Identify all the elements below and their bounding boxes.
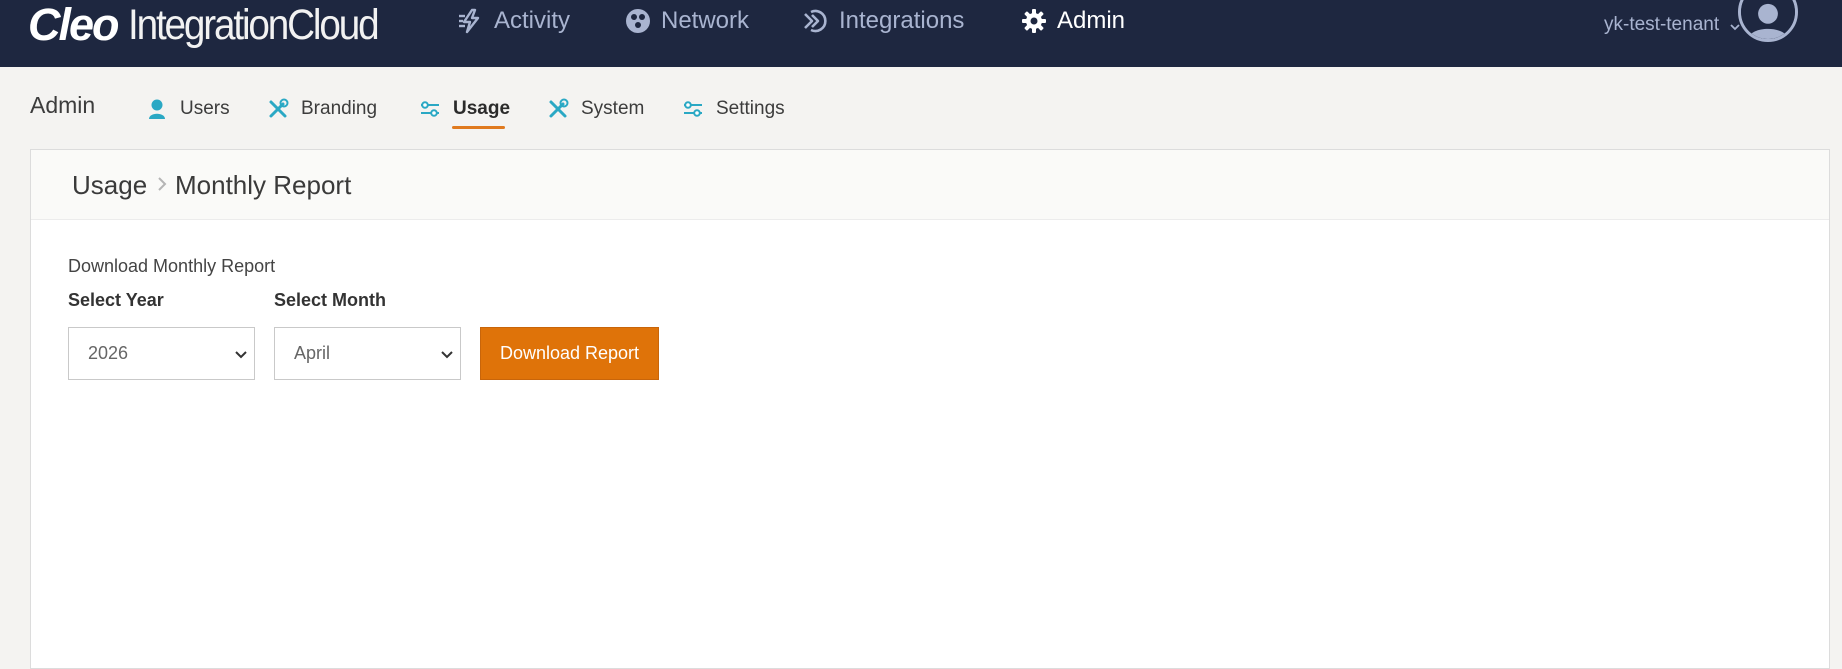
nav-admin-label: Admin: [1057, 7, 1126, 34]
nav-network[interactable]: Network: [625, 0, 749, 42]
tab-settings[interactable]: Settings: [682, 94, 785, 124]
tab-users[interactable]: Users: [146, 94, 230, 124]
content-panel: Usage Monthly Report Download Monthly Re…: [30, 149, 1830, 669]
breadcrumb: Usage Monthly Report: [31, 150, 1829, 220]
nav-integrations[interactable]: Integrations: [803, 0, 964, 42]
nav-activity-label: Activity: [494, 7, 571, 34]
tab-branding[interactable]: Branding: [267, 94, 377, 124]
tools-icon: [549, 98, 569, 118]
tab-system[interactable]: System: [547, 94, 644, 124]
sliders-icon: [684, 101, 702, 117]
sliders-icon: [421, 101, 439, 117]
tab-users-label: Users: [180, 98, 230, 119]
tab-usage-label: Usage: [453, 98, 511, 119]
tenant-name: yk-test-tenant: [1604, 14, 1720, 35]
tab-branding-label: Branding: [301, 98, 378, 119]
activity-icon: [459, 8, 480, 34]
active-tab-indicator: [452, 126, 505, 129]
year-select[interactable]: 2026: [68, 327, 255, 380]
download-report-button[interactable]: Download Report: [480, 327, 659, 380]
integrations-icon: [804, 9, 827, 33]
chevron-right-icon: [158, 177, 167, 191]
nav-integrations-label: Integrations: [839, 7, 965, 34]
tab-usage[interactable]: Usage: [419, 94, 510, 124]
month-select[interactable]: April: [274, 327, 461, 380]
nav-network-label: Network: [661, 7, 750, 34]
nav-activity[interactable]: Activity: [458, 0, 570, 42]
breadcrumb-usage[interactable]: Usage: [72, 170, 147, 201]
month-label: Select Month: [274, 290, 387, 310]
user-icon: [149, 99, 165, 119]
logo-brand: Cleo: [28, 0, 120, 50]
logo-product: IntegrationCloud: [127, 0, 380, 49]
top-navigation-bar: Cleo IntegrationCloud Activity Network I…: [0, 0, 1842, 67]
breadcrumb-current: Monthly Report: [175, 170, 352, 200]
year-label: Select Year: [68, 290, 164, 310]
chevron-down-icon: [441, 351, 453, 359]
chevron-down-icon: [235, 351, 247, 359]
gear-icon: [1022, 9, 1046, 33]
nav-admin[interactable]: Admin: [1021, 0, 1125, 42]
tab-system-label: System: [581, 98, 645, 119]
user-avatar[interactable]: [1738, 0, 1798, 42]
section-title: Admin: [30, 92, 96, 118]
month-select-value: April: [294, 343, 331, 363]
year-select-value: 2026: [88, 343, 129, 363]
user-profile-icon: [1741, 0, 1795, 39]
tools-icon: [269, 98, 289, 118]
tenant-selector[interactable]: yk-test-tenant: [1604, 10, 1741, 40]
cleo-logo[interactable]: Cleo IntegrationCloud: [28, 0, 405, 50]
download-caption: Download Monthly Report: [68, 256, 276, 276]
tab-settings-label: Settings: [716, 98, 785, 119]
network-icon: [626, 9, 650, 33]
